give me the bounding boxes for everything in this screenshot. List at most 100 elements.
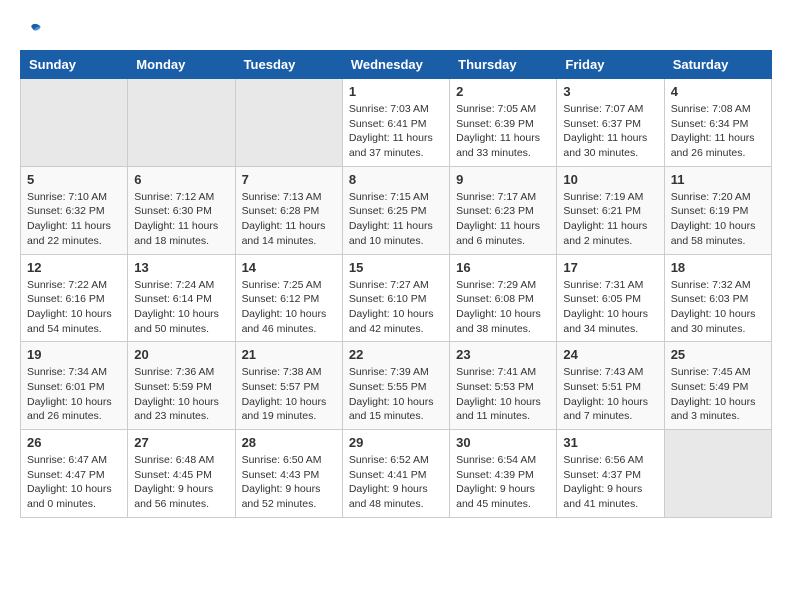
day-number: 31 (563, 435, 657, 450)
calendar-cell: 18 Sunrise: 7:32 AM Sunset: 6:03 PM Dayli… (664, 254, 771, 342)
weekday-header-friday: Friday (557, 51, 664, 79)
calendar-cell: 1Sunrise: 7:03 AM Sunset: 6:41 PM Daylig… (342, 79, 449, 167)
calendar-cell (21, 79, 128, 167)
day-info: Sunrise: 7:41 AM Sunset: 5:53 PM Dayligh… (456, 365, 550, 424)
day-info: Sunrise: 7:25 AM Sunset: 6:12 PM Dayligh… (242, 278, 336, 337)
day-number: 9 (456, 172, 550, 187)
day-number: 15 (349, 260, 443, 275)
day-info: Sunrise: 7:38 AM Sunset: 5:57 PM Dayligh… (242, 365, 336, 424)
day-number: 4 (671, 84, 765, 99)
calendar-cell: 16 Sunrise: 7:29 AM Sunset: 6:08 PM Dayli… (450, 254, 557, 342)
weekday-header-monday: Monday (128, 51, 235, 79)
calendar-cell: 31 Sunrise: 6:56 AM Sunset: 4:37 PM Dayli… (557, 430, 664, 518)
day-info: Sunrise: 7:29 AM Sunset: 6:08 PM Dayligh… (456, 278, 550, 337)
day-info: Sunrise: 7:20 AM Sunset: 6:19 PM Dayligh… (671, 190, 765, 249)
day-number: 28 (242, 435, 336, 450)
day-number: 22 (349, 347, 443, 362)
day-info: Sunrise: 7:27 AM Sunset: 6:10 PM Dayligh… (349, 278, 443, 337)
calendar-cell: 9 Sunrise: 7:17 AM Sunset: 6:23 PM Daylig… (450, 166, 557, 254)
day-number: 5 (27, 172, 121, 187)
day-number: 21 (242, 347, 336, 362)
calendar-cell: 23 Sunrise: 7:41 AM Sunset: 5:53 PM Dayli… (450, 342, 557, 430)
day-info: Sunrise: 7:31 AM Sunset: 6:05 PM Dayligh… (563, 278, 657, 337)
day-info: Sunrise: 7:45 AM Sunset: 5:49 PM Dayligh… (671, 365, 765, 424)
day-info: Sunrise: 6:47 AM Sunset: 4:47 PM Dayligh… (27, 453, 121, 512)
day-number: 29 (349, 435, 443, 450)
day-info: Sunrise: 6:52 AM Sunset: 4:41 PM Dayligh… (349, 453, 443, 512)
day-info: Sunrise: 6:54 AM Sunset: 4:39 PM Dayligh… (456, 453, 550, 512)
calendar-week-row: 19 Sunrise: 7:34 AM Sunset: 6:01 PM Dayli… (21, 342, 772, 430)
day-number: 7 (242, 172, 336, 187)
calendar-header-row: SundayMondayTuesdayWednesdayThursdayFrid… (21, 51, 772, 79)
calendar-cell: 6 Sunrise: 7:12 AM Sunset: 6:30 PM Daylig… (128, 166, 235, 254)
day-info: Sunrise: 7:34 AM Sunset: 6:01 PM Dayligh… (27, 365, 121, 424)
day-number: 24 (563, 347, 657, 362)
calendar-cell: 3 Sunrise: 7:07 AM Sunset: 6:37 PM Daylig… (557, 79, 664, 167)
day-number: 17 (563, 260, 657, 275)
day-number: 16 (456, 260, 550, 275)
calendar-cell: 5 Sunrise: 7:10 AM Sunset: 6:32 PM Daylig… (21, 166, 128, 254)
day-info: Sunrise: 7:15 AM Sunset: 6:25 PM Dayligh… (349, 190, 443, 249)
logo-bird-icon (22, 20, 42, 40)
calendar-cell: 28 Sunrise: 6:50 AM Sunset: 4:43 PM Dayli… (235, 430, 342, 518)
day-number: 14 (242, 260, 336, 275)
day-info: Sunrise: 7:13 AM Sunset: 6:28 PM Dayligh… (242, 190, 336, 249)
day-info: Sunrise: 7:05 AM Sunset: 6:39 PM Dayligh… (456, 102, 550, 161)
day-number: 3 (563, 84, 657, 99)
day-info: Sunrise: 6:56 AM Sunset: 4:37 PM Dayligh… (563, 453, 657, 512)
day-number: 6 (134, 172, 228, 187)
day-number: 11 (671, 172, 765, 187)
day-number: 18 (671, 260, 765, 275)
day-number: 10 (563, 172, 657, 187)
calendar-cell: 7 Sunrise: 7:13 AM Sunset: 6:28 PM Daylig… (235, 166, 342, 254)
calendar-cell: 17 Sunrise: 7:31 AM Sunset: 6:05 PM Dayli… (557, 254, 664, 342)
day-number: 8 (349, 172, 443, 187)
calendar-cell (664, 430, 771, 518)
day-number: 23 (456, 347, 550, 362)
weekday-header-tuesday: Tuesday (235, 51, 342, 79)
day-number: 26 (27, 435, 121, 450)
day-number: 25 (671, 347, 765, 362)
day-info: Sunrise: 7:08 AM Sunset: 6:34 PM Dayligh… (671, 102, 765, 161)
day-info: Sunrise: 7:17 AM Sunset: 6:23 PM Dayligh… (456, 190, 550, 249)
day-number: 30 (456, 435, 550, 450)
calendar-week-row: 1Sunrise: 7:03 AM Sunset: 6:41 PM Daylig… (21, 79, 772, 167)
day-info: Sunrise: 7:39 AM Sunset: 5:55 PM Dayligh… (349, 365, 443, 424)
calendar-cell: 8 Sunrise: 7:15 AM Sunset: 6:25 PM Daylig… (342, 166, 449, 254)
day-info: Sunrise: 7:32 AM Sunset: 6:03 PM Dayligh… (671, 278, 765, 337)
page-header (20, 20, 772, 40)
day-number: 19 (27, 347, 121, 362)
day-number: 1 (349, 84, 443, 99)
day-info: Sunrise: 7:22 AM Sunset: 6:16 PM Dayligh… (27, 278, 121, 337)
calendar-cell: 21 Sunrise: 7:38 AM Sunset: 5:57 PM Dayli… (235, 342, 342, 430)
calendar-cell: 12Sunrise: 7:22 AM Sunset: 6:16 PM Dayli… (21, 254, 128, 342)
calendar-cell: 24 Sunrise: 7:43 AM Sunset: 5:51 PM Dayli… (557, 342, 664, 430)
calendar-cell: 13Sunrise: 7:24 AM Sunset: 6:14 PM Dayli… (128, 254, 235, 342)
calendar-cell: 15 Sunrise: 7:27 AM Sunset: 6:10 PM Dayli… (342, 254, 449, 342)
day-number: 2 (456, 84, 550, 99)
day-number: 20 (134, 347, 228, 362)
calendar-cell (128, 79, 235, 167)
day-number: 27 (134, 435, 228, 450)
day-info: Sunrise: 6:50 AM Sunset: 4:43 PM Dayligh… (242, 453, 336, 512)
calendar-cell: 4 Sunrise: 7:08 AM Sunset: 6:34 PM Daylig… (664, 79, 771, 167)
calendar-cell: 11 Sunrise: 7:20 AM Sunset: 6:19 PM Dayli… (664, 166, 771, 254)
weekday-header-sunday: Sunday (21, 51, 128, 79)
calendar-cell (235, 79, 342, 167)
calendar-cell: 27 Sunrise: 6:48 AM Sunset: 4:45 PM Dayli… (128, 430, 235, 518)
calendar-week-row: 5 Sunrise: 7:10 AM Sunset: 6:32 PM Daylig… (21, 166, 772, 254)
day-info: Sunrise: 7:12 AM Sunset: 6:30 PM Dayligh… (134, 190, 228, 249)
calendar-cell: 20 Sunrise: 7:36 AM Sunset: 5:59 PM Dayli… (128, 342, 235, 430)
day-info: Sunrise: 7:10 AM Sunset: 6:32 PM Dayligh… (27, 190, 121, 249)
day-info: Sunrise: 7:43 AM Sunset: 5:51 PM Dayligh… (563, 365, 657, 424)
day-info: Sunrise: 7:07 AM Sunset: 6:37 PM Dayligh… (563, 102, 657, 161)
weekday-header-saturday: Saturday (664, 51, 771, 79)
day-info: Sunrise: 6:48 AM Sunset: 4:45 PM Dayligh… (134, 453, 228, 512)
calendar-cell: 29 Sunrise: 6:52 AM Sunset: 4:41 PM Dayli… (342, 430, 449, 518)
calendar-cell: 26 Sunrise: 6:47 AM Sunset: 4:47 PM Dayli… (21, 430, 128, 518)
day-info: Sunrise: 7:36 AM Sunset: 5:59 PM Dayligh… (134, 365, 228, 424)
day-number: 13 (134, 260, 228, 275)
calendar-week-row: 26 Sunrise: 6:47 AM Sunset: 4:47 PM Dayli… (21, 430, 772, 518)
calendar-cell: 25 Sunrise: 7:45 AM Sunset: 5:49 PM Dayli… (664, 342, 771, 430)
calendar-cell: 22 Sunrise: 7:39 AM Sunset: 5:55 PM Dayli… (342, 342, 449, 430)
